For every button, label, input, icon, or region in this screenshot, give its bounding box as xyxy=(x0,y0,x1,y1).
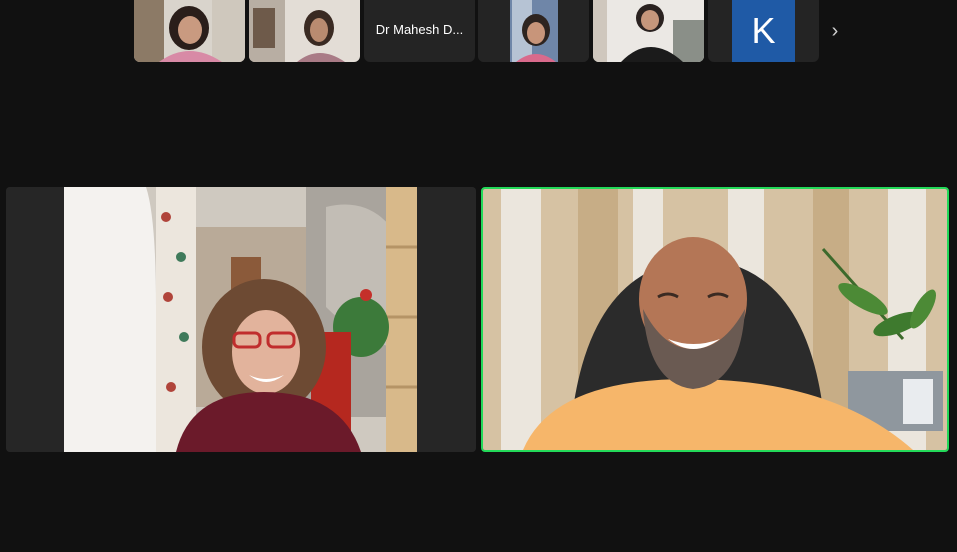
participant-video xyxy=(483,189,947,450)
participant-thumbnail[interactable] xyxy=(478,0,589,62)
chevron-right-icon[interactable]: › xyxy=(823,18,847,44)
participant-thumbnail[interactable] xyxy=(134,0,245,62)
participant-video-tile[interactable] xyxy=(6,187,476,452)
participant-thumbnail[interactable]: Dr Mahesh D... xyxy=(364,0,475,62)
participant-thumbnail[interactable] xyxy=(249,0,360,62)
participant-video xyxy=(6,187,476,452)
participant-thumbnail[interactable] xyxy=(593,0,704,62)
meeting-window: Dr Mahesh D... K › xyxy=(0,0,957,552)
participant-avatar: K xyxy=(732,0,795,62)
participant-video xyxy=(593,0,704,62)
active-speaker-tile[interactable] xyxy=(481,187,949,452)
participant-video xyxy=(478,0,589,62)
participant-thumbnail[interactable]: K xyxy=(708,0,819,62)
participant-name: Dr Mahesh D... xyxy=(375,22,464,37)
participant-video xyxy=(249,0,360,62)
participant-video xyxy=(134,0,245,62)
